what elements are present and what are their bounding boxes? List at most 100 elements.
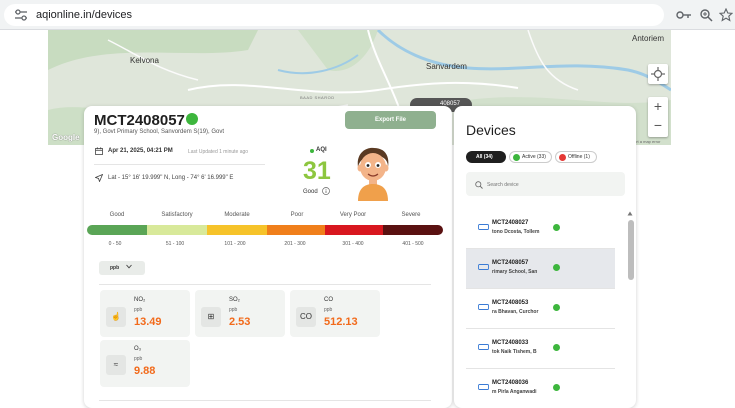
scale-segment-poor [267,225,325,235]
active-dot [513,154,520,161]
map-place-antoriem: Antoriem [632,34,665,43]
map-place-sanvardem: Sanvardem [426,62,467,71]
offline-dot [559,154,566,161]
pollutant-unit: ppb [324,307,333,313]
reading-datetime: Apr 21, 2025, 04:21 PM [108,148,173,154]
filter-offline[interactable]: Offline (1) [555,151,597,163]
scale-range-severe: 401 - 500 [402,241,424,247]
scale-segment-severe [383,225,443,235]
device-item-location: m Pirla Anganwadi [492,389,537,395]
divider [99,284,431,285]
calendar-icon [95,147,103,155]
device-item-id: MCT2408033 [492,340,529,346]
device-list-item[interactable]: MCT2408053 ra Bhavan, Curchor [466,289,615,329]
pollutant-name: CO [324,297,333,303]
device-coordinates: Lat - 15° 16' 19.999" N, Long - 74° 6' 1… [108,175,234,181]
scale-label-satisfactory: Satisfactory [161,212,193,218]
scrollbar-thumb[interactable] [628,220,634,280]
scale-segment-very-poor [325,225,383,235]
zoom-in-button[interactable]: + [648,98,668,114]
aqi-status: Good [303,189,318,195]
scale-segment-moderate [207,225,267,235]
url-text[interactable]: aqionline.in/devices [36,9,132,21]
filter-all[interactable]: All (34) [466,151,506,163]
device-address: 9), Govt Primary School, Sanvordem S(19)… [94,129,225,135]
scale-segment-good [87,225,147,235]
locate-icon [651,67,665,81]
map-location-button[interactable] [648,64,668,84]
zoom-icon[interactable] [699,8,713,22]
scroll-up-icon[interactable] [627,211,633,216]
scale-range-moderate: 101 - 200 [224,241,246,247]
filter-active-label: Active (33) [522,154,546,160]
pollutant-name: NO₂ [134,297,146,303]
device-list-item[interactable]: MCT2408036 m Pirla Anganwadi [466,369,615,408]
scale-range-very-poor: 301 - 400 [342,241,364,247]
scale-label-good: Good [109,212,125,218]
device-item-location: ra Bhavan, Curchor [492,309,539,315]
divider [99,400,431,401]
last-updated-text: Last Updated 1 minute ago [188,149,249,155]
device-list-item[interactable]: MCT2408033 tok Naik Tishem, B [466,329,615,369]
map-place-baad-sharod: BAAD SHAROD [300,95,335,100]
device-list-item[interactable]: MCT2408027 tono Dcosta, Tollem [466,209,615,249]
device-status-dot [553,384,560,391]
site-settings-icon[interactable] [14,9,28,21]
device-item-id: MCT2408057 [492,260,529,266]
export-file-button[interactable]: Export File [345,111,436,129]
device-icon [478,384,489,390]
device-item-id: MCT2408036 [492,380,529,386]
filter-active[interactable]: Active (33) [509,151,552,163]
device-item-location: tono Dcosta, Tollem [492,229,540,235]
device-list-item[interactable]: MCT2408057 rimary School, San [466,249,615,289]
map-zoom-controls: + − [648,97,668,137]
pollutant-value: 9.88 [134,365,156,377]
device-status-dot [553,304,560,311]
device-item-location: tok Naik Tishem, B [492,349,537,355]
unit-select-value: ppb [110,265,120,271]
aqi-label: AQI [316,147,327,153]
device-item-location: rimary School, San [492,269,538,275]
device-status-dot [186,113,198,125]
co-icon: CO [296,307,316,327]
wave-icon: ≈ [106,355,126,375]
search-icon [475,181,483,189]
device-icon [478,304,489,310]
device-icon [478,224,489,230]
divider [94,164,265,165]
device-status-dot [553,344,560,351]
scale-label-severe: Severe [401,212,421,218]
device-icon [478,344,489,350]
pollutant-value: 512.13 [324,316,358,328]
aqi-mascot-avatar [357,147,389,201]
scale-label-moderate: Moderate [224,212,250,218]
app-root: aqionline.in/devices Antoriem Kelvona Sa… [0,0,735,408]
google-logo: Google [52,133,80,142]
aqi-value: 31 [303,157,331,185]
filter-all-label: All (34) [476,154,493,160]
device-icon [478,264,489,270]
map-attribution[interactable]: ort a map error [634,139,660,144]
hand-icon: ☝ [106,307,126,327]
map-place-kelvona: Kelvona [130,56,159,65]
device-title: MCT2408057 [94,112,185,129]
factory-icon: ⊞ [201,307,221,327]
bookmark-star-icon[interactable] [719,8,733,22]
scale-range-poor: 201 - 300 [284,241,306,247]
unit-select[interactable] [99,261,145,275]
filter-offline-label: Offline (1) [568,154,590,160]
device-search-input[interactable] [487,182,607,188]
aqi-live-dot [310,149,314,153]
chevron-down-icon [126,264,132,269]
zoom-out-button[interactable]: − [648,117,668,133]
pollutant-unit: ppb [229,307,238,313]
device-status-dot [553,264,560,271]
aqi-scale-bar [87,225,443,235]
scale-label-very-poor: Very Poor [339,212,367,218]
location-arrow-icon [95,174,103,182]
pollutant-unit: ppb [134,356,143,362]
device-status-dot [553,224,560,231]
info-icon[interactable] [322,187,330,195]
pollutant-value: 13.49 [134,316,162,328]
password-key-icon[interactable] [676,9,692,21]
